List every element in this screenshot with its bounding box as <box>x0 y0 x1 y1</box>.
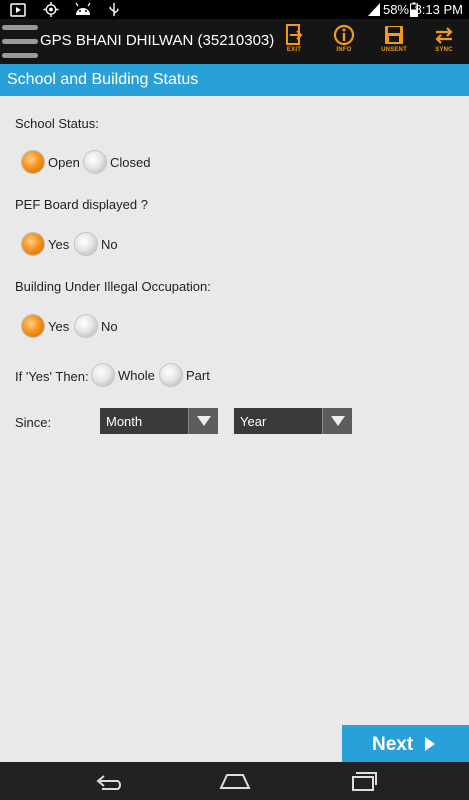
navigation-bar <box>0 762 469 800</box>
radio-label: No <box>101 236 118 252</box>
unsent-button[interactable]: UNSENT <box>372 24 416 62</box>
occupation-extent-label: If 'Yes' Then: <box>15 369 89 384</box>
since-label: Since: <box>15 415 52 430</box>
battery-percent: 58% <box>382 2 409 17</box>
school-status-open-radio[interactable]: Open <box>22 150 80 174</box>
section-title: School and Building Status <box>7 71 199 88</box>
radio-label: Yes <box>48 318 70 334</box>
radio-checked-icon <box>22 151 44 173</box>
dropdown-arrow-icon <box>322 408 352 434</box>
clock: 8:13 PM <box>414 2 463 17</box>
radio-label: Part <box>186 367 210 383</box>
usb-icon <box>109 2 119 17</box>
pef-board-no-radio[interactable]: No <box>75 232 118 256</box>
app-title: GPS BHANI DHILWAN (35210303) <box>40 32 275 49</box>
year-select-value: Year <box>240 414 267 429</box>
radio-unchecked-icon <box>92 364 114 386</box>
radio-label: Open <box>48 154 80 170</box>
drawer-menu-icon[interactable] <box>2 23 40 61</box>
home-icon[interactable] <box>217 769 253 793</box>
occupation-extent-part-radio[interactable]: Part <box>160 363 210 387</box>
unsent-label: UNSENT <box>381 47 407 53</box>
radio-label: No <box>101 318 118 334</box>
info-button[interactable]: INFO <box>322 24 366 62</box>
gps-icon <box>43 2 59 17</box>
pef-board-label: PEF Board displayed ? <box>15 197 148 212</box>
school-status-label: School Status: <box>15 116 99 131</box>
radio-unchecked-icon <box>160 364 182 386</box>
sync-icon <box>435 27 453 44</box>
radio-checked-icon <box>22 233 44 255</box>
back-icon[interactable] <box>90 769 126 793</box>
illegal-occupation-label: Building Under Illegal Occupation: <box>15 279 211 294</box>
pef-board-yes-radio[interactable]: Yes <box>22 232 69 256</box>
illegal-occupation-yes-radio[interactable]: Yes <box>22 314 69 338</box>
sync-button[interactable]: SYNC <box>422 24 466 62</box>
radio-unchecked-icon <box>75 315 97 337</box>
signal-icon <box>368 3 380 16</box>
action-bar: GPS BHANI DHILWAN (35210303) EXIT INFO U… <box>0 19 469 64</box>
exit-button[interactable]: EXIT <box>272 24 316 62</box>
radio-unchecked-icon <box>75 233 97 255</box>
exit-icon <box>286 24 303 45</box>
year-select[interactable]: Year <box>234 408 352 434</box>
info-label: INFO <box>336 47 352 53</box>
status-bar: 58% 8:13 PM <box>0 0 469 19</box>
unsent-icon <box>385 26 403 44</box>
youtube-icon <box>10 3 26 17</box>
recent-apps-icon[interactable] <box>345 769 381 793</box>
exit-label: EXIT <box>286 47 302 53</box>
chevron-right-icon <box>425 737 435 751</box>
android-icon <box>75 2 91 15</box>
section-header: School and Building Status <box>0 64 469 96</box>
next-button[interactable]: Next <box>342 725 469 763</box>
info-icon <box>333 24 355 46</box>
sync-label: SYNC <box>435 47 453 53</box>
radio-checked-icon <box>22 315 44 337</box>
illegal-occupation-no-radio[interactable]: No <box>75 314 118 338</box>
radio-label: Whole <box>118 367 155 383</box>
radio-unchecked-icon <box>84 151 106 173</box>
dropdown-arrow-icon <box>188 408 218 434</box>
month-select-value: Month <box>106 414 143 429</box>
radio-label: Yes <box>48 236 70 252</box>
occupation-extent-whole-radio[interactable]: Whole <box>92 363 155 387</box>
next-label: Next <box>372 734 414 755</box>
month-select[interactable]: Month <box>100 408 218 434</box>
radio-label: Closed <box>110 154 151 170</box>
school-status-closed-radio[interactable]: Closed <box>84 150 150 174</box>
